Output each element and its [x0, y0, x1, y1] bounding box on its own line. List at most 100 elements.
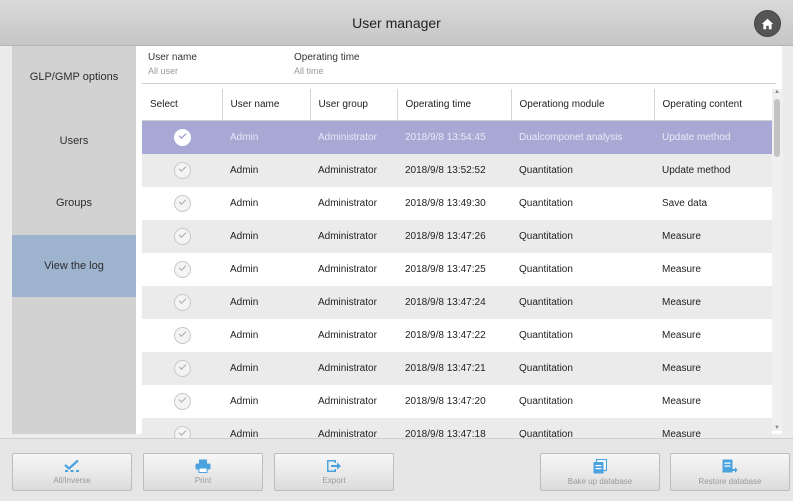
- column-header-select[interactable]: Select: [142, 89, 223, 121]
- row-select-checkbox[interactable]: [174, 162, 191, 179]
- table-row[interactable]: Admin Administrator 2018/9/8 13:47:21 Quant…: [142, 352, 772, 385]
- operating-module-cell: Quantitation: [511, 220, 654, 253]
- table-row[interactable]: Admin Administrator 2018/9/8 13:52:52 Quant…: [142, 154, 772, 187]
- printer-icon: [195, 459, 211, 473]
- operating-time-cell: 2018/9/8 13:47:20: [405, 396, 486, 407]
- operating-module-cell: Quantitation: [519, 198, 573, 209]
- table-scrollbar[interactable]: ▲ ▼: [772, 89, 782, 431]
- user-name-cell: Admin: [230, 396, 259, 407]
- sidebar-item-users[interactable]: Users: [12, 110, 136, 172]
- operating-module-cell: Quantitation: [519, 264, 573, 275]
- user-name-cell: Admin: [222, 120, 310, 154]
- operating-time-filter-label: Operating time: [294, 52, 360, 63]
- backup-database-button[interactable]: Bake up database: [540, 453, 660, 491]
- operating-time-cell: 2018/9/8 13:54:45: [397, 120, 511, 154]
- column-header-user-name[interactable]: User name: [222, 89, 311, 121]
- user-name-cell: Admin: [222, 352, 310, 385]
- operating-time-filter-value: All time: [294, 66, 324, 76]
- operating-content-cell: Save data: [662, 198, 708, 209]
- print-button[interactable]: Print: [143, 453, 263, 491]
- table-row[interactable]: Admin Administrator 2018/9/8 13:47:24 Quant…: [142, 286, 772, 319]
- select-cell[interactable]: [142, 385, 222, 418]
- row-select-checkbox[interactable]: [174, 327, 191, 344]
- user-name-cell: Admin: [222, 154, 310, 187]
- table-row[interactable]: Admin Administrator 2018/9/8 13:47:26 Quant…: [142, 220, 772, 253]
- operating-time-cell: 2018/9/8 13:47:22: [405, 330, 486, 341]
- restore-database-label: Restore database: [698, 476, 762, 486]
- row-select-checkbox[interactable]: [174, 228, 191, 245]
- select-cell[interactable]: [142, 120, 222, 154]
- row-select-checkbox[interactable]: [174, 195, 191, 212]
- user-group-cell: Administrator: [310, 286, 397, 319]
- scroll-down-icon[interactable]: ▼: [774, 425, 780, 431]
- title-bar: User manager: [0, 0, 793, 46]
- row-select-checkbox[interactable]: [174, 129, 191, 146]
- operating-content-cell: Measure: [662, 396, 701, 407]
- select-cell[interactable]: [142, 220, 222, 253]
- table-row[interactable]: Admin Administrator 2018/9/8 13:47:20 Quant…: [142, 385, 772, 418]
- operating-content-cell: Measure: [654, 352, 772, 385]
- log-panel: User name All user Operating time All ti…: [136, 46, 782, 451]
- column-header-operating-content[interactable]: Operating content: [654, 89, 772, 121]
- sidebar-item-label: Users: [59, 135, 89, 147]
- sidebar-item-label: GLP/GMP options: [29, 71, 119, 83]
- operating-content-cell: Update method: [654, 120, 772, 154]
- operating-module-cell: Quantitation: [511, 286, 654, 319]
- operating-time-cell: 2018/9/8 13:47:26: [397, 220, 511, 253]
- table-row[interactable]: Admin Administrator 2018/9/8 13:54:45 Dualc…: [142, 120, 772, 154]
- home-button[interactable]: [754, 10, 781, 37]
- scroll-up-icon[interactable]: ▲: [774, 89, 780, 95]
- user-name-cell: Admin: [230, 330, 259, 341]
- restore-database-button[interactable]: Restore database: [670, 453, 790, 491]
- operating-content-cell: Update method: [654, 154, 772, 187]
- row-select-checkbox[interactable]: [174, 360, 191, 377]
- table-row[interactable]: Admin Administrator 2018/9/8 13:47:25 Quant…: [142, 253, 772, 286]
- divider: [142, 83, 776, 84]
- select-cell[interactable]: [142, 253, 222, 286]
- operating-module-cell: Quantitation: [519, 330, 573, 341]
- user-group-cell: Administrator: [318, 264, 377, 275]
- row-select-checkbox[interactable]: [174, 294, 191, 311]
- sidebar-item-glp-gmp-options[interactable]: GLP/GMP options: [12, 46, 136, 108]
- user-group-cell: Administrator: [310, 220, 397, 253]
- export-icon: [327, 460, 341, 472]
- sidebar-item-view-the-log[interactable]: View the log: [12, 235, 136, 297]
- user-group-cell: Administrator: [318, 396, 377, 407]
- user-name-cell: Admin: [222, 220, 310, 253]
- operating-module-cell: Quantitation: [519, 396, 573, 407]
- table-row[interactable]: Admin Administrator 2018/9/8 13:47:22 Quant…: [142, 319, 772, 352]
- sidebar-item-groups[interactable]: Groups: [12, 172, 136, 234]
- user-group-cell: Administrator: [310, 154, 397, 187]
- row-select-checkbox[interactable]: [174, 393, 191, 410]
- operating-content-cell: Measure: [662, 264, 701, 275]
- restore-database-icon: [722, 459, 738, 473]
- user-name-filter-value: All user: [148, 66, 179, 76]
- operating-content-cell: Measure: [654, 220, 772, 253]
- sidebar: GLP/GMP options Users Groups View the lo…: [12, 46, 136, 434]
- column-header-user-group[interactable]: User group: [310, 89, 398, 121]
- window-title: User manager: [352, 15, 441, 31]
- export-button[interactable]: Export: [274, 453, 394, 491]
- user-name-filter[interactable]: User name All user: [148, 52, 197, 76]
- select-cell[interactable]: [142, 187, 222, 220]
- select-cell[interactable]: [142, 286, 222, 319]
- user-name-cell: Admin: [230, 198, 259, 209]
- column-header-operating-time[interactable]: Operating time: [397, 89, 512, 121]
- table-row[interactable]: Admin Administrator 2018/9/8 13:49:30 Quant…: [142, 187, 772, 220]
- user-group-cell: Administrator: [318, 198, 377, 209]
- select-cell[interactable]: [142, 352, 222, 385]
- operating-module-cell: Quantitation: [511, 154, 654, 187]
- select-cell[interactable]: [142, 319, 222, 352]
- all-inverse-button[interactable]: All/Inverse: [12, 453, 132, 491]
- select-cell[interactable]: [142, 154, 222, 187]
- bottom-toolbar: All/Inverse Print Export Bake up databas…: [0, 438, 793, 501]
- user-name-cell: Admin: [230, 264, 259, 275]
- column-header-operating-module[interactable]: Operationg module: [511, 89, 655, 121]
- operating-time-filter[interactable]: Operating time All time: [294, 52, 360, 76]
- scroll-thumb[interactable]: [774, 99, 780, 157]
- operating-module-cell: Dualcomponet analysis: [511, 120, 654, 154]
- user-group-cell: Administrator: [310, 120, 397, 154]
- user-name-cell: Admin: [222, 286, 310, 319]
- sidebar-item-label: Groups: [55, 197, 93, 209]
- row-select-checkbox[interactable]: [174, 261, 191, 278]
